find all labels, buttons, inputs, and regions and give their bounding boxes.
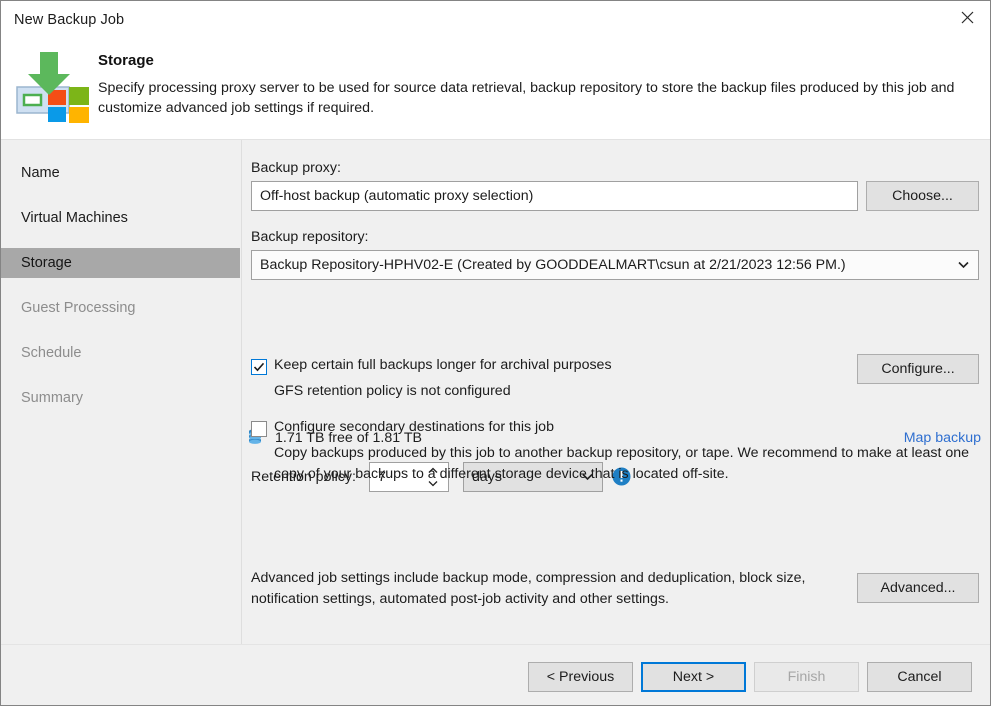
window-title: New Backup Job	[14, 12, 124, 28]
sidebar-item-label: Virtual Machines	[1, 210, 128, 226]
sidebar-item-schedule[interactable]: Schedule	[1, 338, 240, 368]
backup-repository-combobox[interactable]: Backup Repository-HPHV02-E (Created by G…	[251, 250, 979, 280]
wizard-steps-sidebar: Name Virtual Machines Storage Guest Proc…	[1, 140, 242, 644]
gfs-archival-checkbox[interactable]	[251, 359, 267, 375]
sidebar-item-guest-processing[interactable]: Guest Processing	[1, 293, 240, 323]
sidebar-item-storage[interactable]: Storage	[1, 248, 240, 278]
storage-settings-panel: Backup proxy: Off-host backup (automatic…	[242, 140, 990, 644]
page-description: Specify processing proxy server to be us…	[98, 78, 978, 118]
new-backup-job-dialog: New Backup Job Storage Spe	[0, 0, 991, 706]
backup-repository-label: Backup repository:	[251, 229, 369, 245]
next-button[interactable]: Next >	[641, 662, 746, 692]
dialog-footer: < Previous Next > Finish Cancel	[1, 644, 990, 706]
sidebar-item-summary[interactable]: Summary	[1, 383, 240, 413]
backup-proxy-field[interactable]: Off-host backup (automatic proxy selecti…	[251, 181, 858, 211]
sidebar-item-label: Schedule	[1, 345, 81, 361]
backup-repository-value: Backup Repository-HPHV02-E (Created by G…	[260, 257, 846, 273]
title-bar: New Backup Job	[1, 1, 990, 39]
backup-proxy-label: Backup proxy:	[251, 160, 341, 176]
gfs-archival-label[interactable]: Keep certain full backups longer for arc…	[274, 357, 612, 373]
storage-backup-icon	[15, 49, 93, 123]
page-title: Storage	[98, 52, 154, 69]
gfs-status-text: GFS retention policy is not configured	[274, 381, 511, 402]
dialog-body: Name Virtual Machines Storage Guest Proc…	[1, 140, 990, 644]
close-icon[interactable]	[944, 1, 990, 33]
dialog-header: Storage Specify processing proxy server …	[1, 39, 990, 140]
secondary-destinations-checkbox[interactable]	[251, 421, 267, 437]
previous-button[interactable]: < Previous	[528, 662, 633, 692]
chevron-down-icon	[957, 259, 969, 271]
sidebar-item-name[interactable]: Name	[1, 158, 240, 188]
finish-button: Finish	[754, 662, 859, 692]
sidebar-item-label: Name	[1, 165, 60, 181]
choose-proxy-button[interactable]: Choose...	[866, 181, 979, 211]
secondary-destinations-label[interactable]: Configure secondary destinations for thi…	[274, 419, 554, 435]
secondary-destinations-description: Copy backups produced by this job to ano…	[274, 443, 979, 485]
advanced-description: Advanced job settings include backup mod…	[251, 568, 846, 610]
configure-gfs-button[interactable]: Configure...	[857, 354, 979, 384]
cancel-button[interactable]: Cancel	[867, 662, 972, 692]
advanced-button[interactable]: Advanced...	[857, 573, 979, 603]
sidebar-item-label: Storage	[1, 255, 72, 271]
sidebar-item-virtual-machines[interactable]: Virtual Machines	[1, 203, 240, 233]
sidebar-item-label: Summary	[1, 390, 83, 406]
sidebar-item-label: Guest Processing	[1, 300, 135, 316]
